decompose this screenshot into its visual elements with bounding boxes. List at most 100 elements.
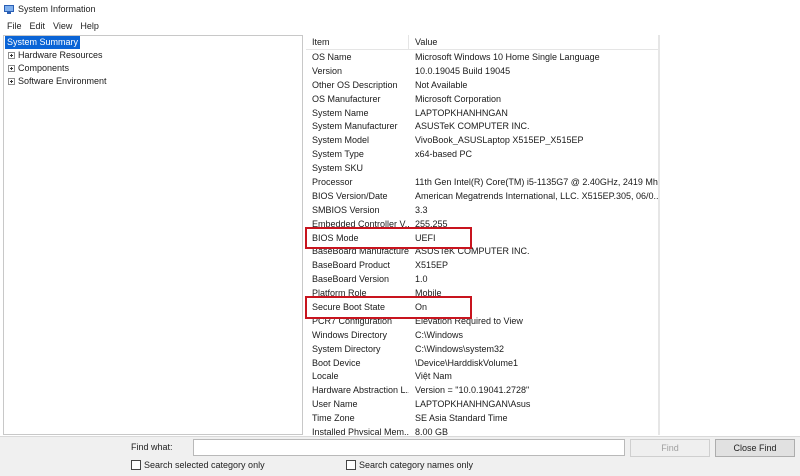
expand-plus-icon[interactable] — [8, 78, 15, 85]
search-category-names-checkbox[interactable] — [346, 460, 356, 470]
row-item-cell: Boot Device — [312, 357, 361, 368]
table-row[interactable]: Platform Role Mobile — [306, 286, 658, 300]
row-value-cell: ASUSTeK COMPUTER INC. — [415, 121, 530, 132]
row-value-cell: ASUSTeK COMPUTER INC. — [415, 246, 530, 257]
row-item-cell: System SKU — [312, 163, 364, 174]
table-row[interactable]: System Type x64-based PC — [306, 147, 658, 161]
row-item-cell: Secure Boot State — [312, 301, 386, 312]
column-header-item[interactable]: Item — [306, 35, 409, 50]
tree-item-label: Software Environment — [18, 76, 107, 86]
menu-view[interactable]: View — [49, 21, 76, 31]
table-row[interactable]: Time Zone SE Asia Standard Time — [306, 411, 658, 425]
find-what-label: Find what: — [131, 442, 173, 452]
row-item-cell: OS Name — [312, 51, 352, 62]
row-value-cell: x64-based PC — [415, 149, 473, 160]
table-row[interactable]: System Manufacturer ASUSTeK COMPUTER INC. — [306, 119, 658, 133]
row-item-cell: User Name — [312, 399, 358, 410]
table-row[interactable]: Boot Device \Device\HarddiskVolume1 — [306, 356, 658, 370]
menu-file[interactable]: File — [3, 21, 26, 31]
expand-plus-icon[interactable] — [8, 65, 15, 72]
menu-edit[interactable]: Edit — [26, 21, 50, 31]
row-value-cell: LAPTOPKHANHNGAN\Asus — [415, 399, 531, 410]
row-value-cell: C:\Windows — [415, 329, 464, 340]
row-value-cell: Microsoft Windows 10 Home Single Languag… — [415, 51, 600, 62]
tree-item-system-summary[interactable]: System Summary — [4, 36, 302, 49]
row-item-cell: Processor — [312, 176, 353, 187]
row-value-cell: American Megatrends International, LLC. … — [415, 190, 658, 201]
row-value-cell: UEFI — [415, 232, 436, 243]
tree-item-software-environment[interactable]: Software Environment — [4, 75, 302, 88]
table-row[interactable]: BIOS Version/Date American Megatrends Int… — [306, 189, 658, 203]
row-item-cell: SMBIOS Version — [312, 204, 380, 215]
table-row[interactable]: User Name LAPTOPKHANHNGAN\Asus — [306, 397, 658, 411]
table-row[interactable]: BaseBoard Version 1.0 — [306, 272, 658, 286]
row-item-cell: System Type — [312, 149, 364, 160]
row-value-cell: C:\Windows\system32 — [415, 343, 505, 354]
row-item-cell: System Manufacturer — [312, 121, 398, 132]
row-item-cell: Time Zone — [312, 413, 355, 424]
search-category-names-label: Search category names only — [359, 460, 474, 470]
search-category-names-option[interactable]: Search category names only — [346, 460, 473, 470]
table-row[interactable]: OS Name Microsoft Windows 10 Home Single … — [306, 50, 658, 64]
table-row[interactable]: SMBIOS Version 3.3 — [306, 203, 658, 217]
menu-help[interactable]: Help — [76, 21, 103, 31]
row-item-cell: BaseBoard Manufacturer — [312, 246, 409, 257]
search-selected-category-label: Search selected category only — [144, 460, 265, 470]
row-item-cell: Locale — [312, 371, 339, 382]
row-item-cell: BaseBoard Product — [312, 260, 391, 271]
table-row[interactable]: Version 10.0.19045 Build 19045 — [306, 64, 658, 78]
row-item-cell: System Name — [312, 107, 369, 118]
tree-item-label: System Summary — [5, 36, 81, 49]
category-tree[interactable]: System Summary Hardware Resources Compon… — [3, 35, 303, 435]
table-row[interactable]: Secure Boot State On — [306, 300, 658, 314]
expand-plus-icon[interactable] — [8, 52, 15, 59]
row-value-cell: LAPTOPKHANHNGAN — [415, 107, 508, 118]
row-value-cell: Elevation Required to View — [415, 315, 523, 326]
table-row[interactable]: BaseBoard Product X515EP — [306, 258, 658, 272]
details-list[interactable]: Item Value OS Name Microsoft Windows 10 H… — [306, 35, 658, 435]
table-row[interactable]: Installed Physical Mem... 8.00 GB — [306, 425, 658, 435]
row-value-cell: 10.0.19045 Build 19045 — [415, 65, 511, 76]
table-row[interactable]: Embedded Controller V... 255.255 — [306, 217, 658, 231]
row-value-cell: 1.0 — [415, 274, 428, 285]
find-button[interactable]: Find — [630, 439, 710, 457]
table-row[interactable]: BIOS Mode UEFI — [306, 231, 658, 245]
tree-item-components[interactable]: Components — [4, 62, 302, 75]
row-item-cell: System Model — [312, 135, 370, 146]
menu-bar: File Edit View Help — [0, 19, 800, 33]
title-bar: System Information — [0, 0, 800, 18]
row-value-cell: Mobile — [415, 288, 442, 299]
column-header-value[interactable]: Value — [409, 35, 658, 50]
table-row[interactable]: Hardware Abstraction L... Version = "10.0… — [306, 383, 658, 397]
row-item-cell: PCR7 Configuration — [312, 315, 393, 326]
row-value-cell: 8.00 GB — [415, 426, 449, 435]
tree-item-hardware-resources[interactable]: Hardware Resources — [4, 49, 302, 62]
table-row[interactable]: System Model VivoBook_ASUSLaptop X515EP_X… — [306, 133, 658, 147]
search-selected-category-checkbox[interactable] — [131, 460, 141, 470]
row-value-cell: 11th Gen Intel(R) Core(TM) i5-1135G7 @ 2… — [415, 176, 658, 187]
table-row[interactable]: OS Manufacturer Microsoft Corporation — [306, 92, 658, 106]
row-item-cell: Installed Physical Mem... — [312, 426, 409, 435]
table-row[interactable]: BaseBoard Manufacturer ASUSTeK COMPUTER I… — [306, 244, 658, 258]
list-header: Item Value — [306, 35, 658, 50]
table-row[interactable]: System Directory C:\Windows\system32 — [306, 342, 658, 356]
row-item-cell: Platform Role — [312, 288, 367, 299]
table-row[interactable]: Processor 11th Gen Intel(R) Core(TM) i5-1… — [306, 175, 658, 189]
row-value-cell: 255.255 — [415, 218, 448, 229]
close-find-button[interactable]: Close Find — [715, 439, 795, 457]
vertical-scrollbar[interactable] — [658, 35, 660, 435]
row-value-cell: SE Asia Standard Time — [415, 413, 508, 424]
table-row[interactable]: Other OS Description Not Available — [306, 78, 658, 92]
tree-item-label: Hardware Resources — [18, 50, 103, 60]
table-row[interactable]: Windows Directory C:\Windows — [306, 328, 658, 342]
system-information-icon — [4, 4, 14, 14]
find-what-input[interactable] — [193, 439, 625, 456]
table-row[interactable]: System SKU — [306, 161, 658, 175]
table-row[interactable]: PCR7 Configuration Elevation Required to … — [306, 314, 658, 328]
table-row[interactable]: System Name LAPTOPKHANHNGAN — [306, 106, 658, 120]
table-row[interactable]: Locale Việt Nam — [306, 369, 658, 383]
row-value-cell: \Device\HarddiskVolume1 — [415, 357, 519, 368]
search-selected-category-option[interactable]: Search selected category only — [131, 460, 265, 470]
row-item-cell: BaseBoard Version — [312, 274, 390, 285]
row-value-cell: 3.3 — [415, 204, 428, 215]
